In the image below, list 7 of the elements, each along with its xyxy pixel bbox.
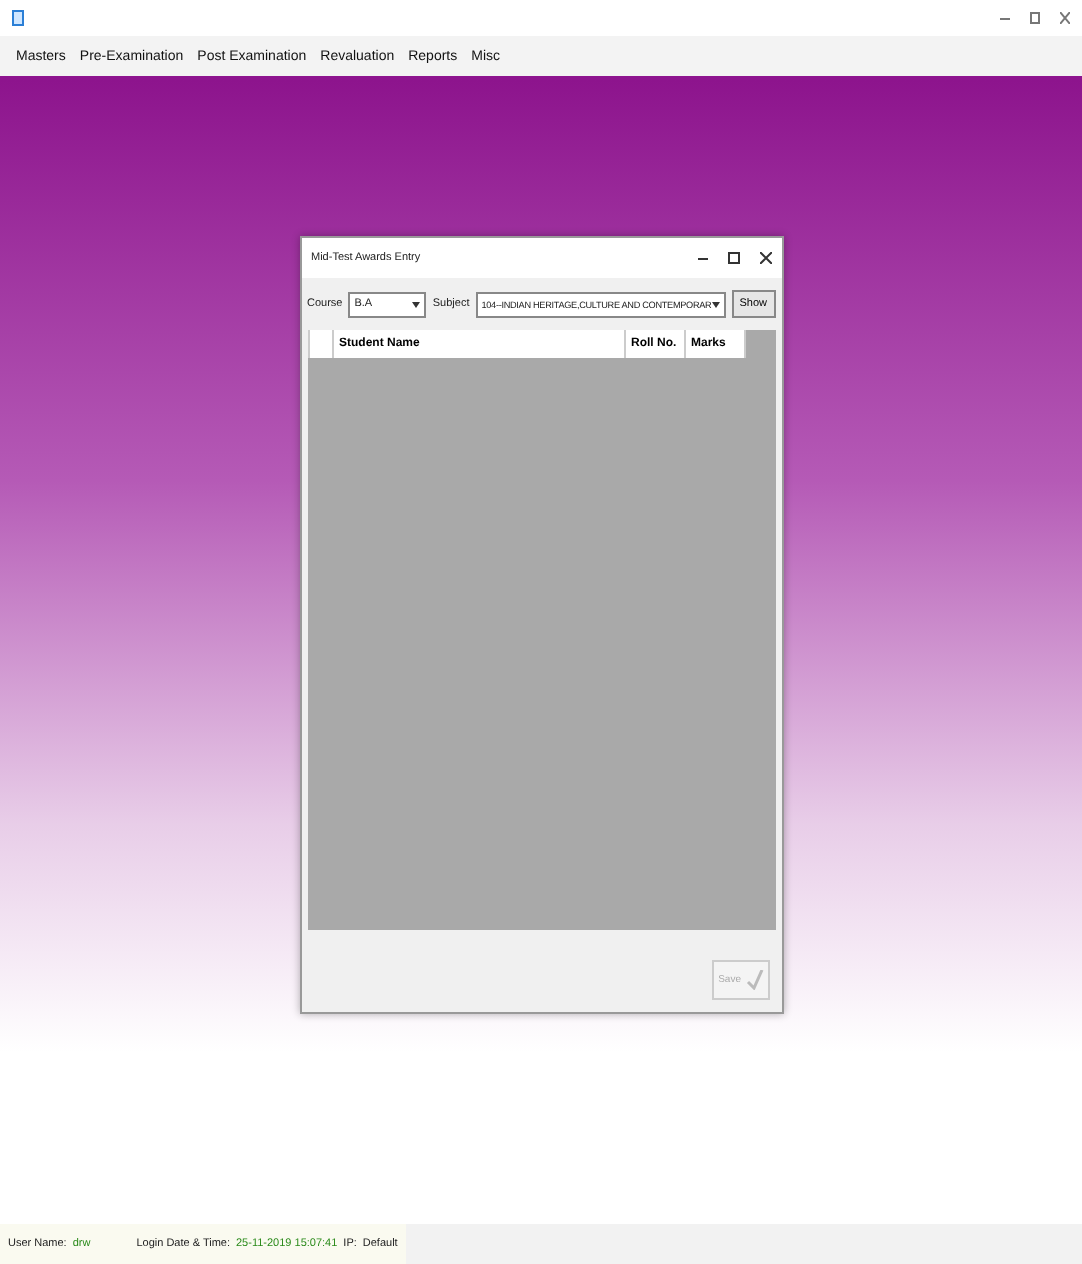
- check-icon: [745, 970, 763, 990]
- dropdown-caret-icon[interactable]: [711, 301, 720, 307]
- app-icon: [12, 10, 24, 26]
- close-icon[interactable]: [759, 252, 771, 264]
- dropdown-caret-icon[interactable]: [412, 301, 421, 307]
- minimize-icon[interactable]: [697, 253, 707, 263]
- maximize-icon[interactable]: [727, 252, 739, 264]
